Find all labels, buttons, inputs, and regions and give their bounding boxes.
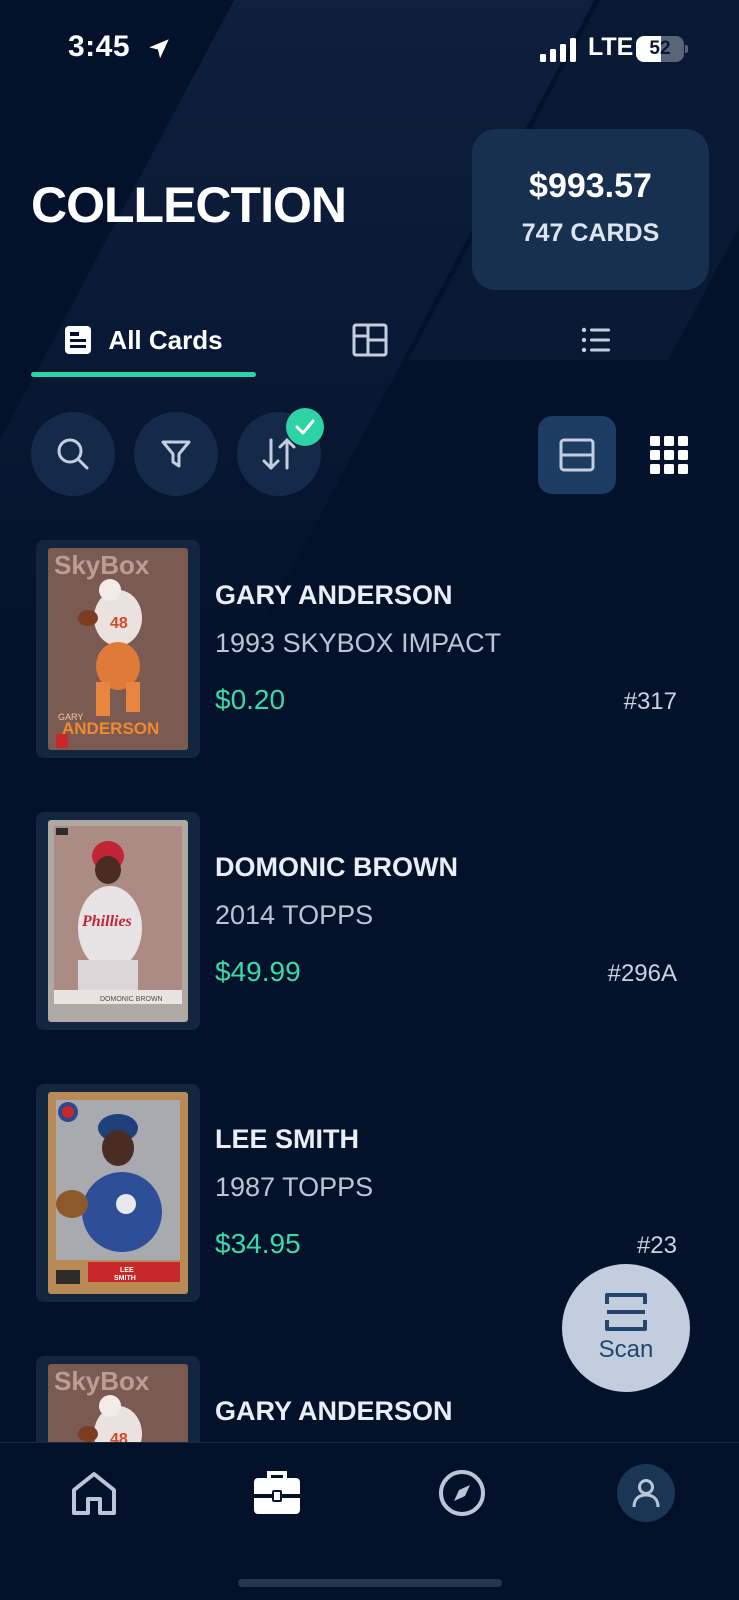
list-icon xyxy=(581,327,610,353)
topps-1987-card: LEE SMITH xyxy=(48,1092,188,1294)
document-icon xyxy=(65,326,92,354)
single-row-view-button[interactable] xyxy=(538,416,616,494)
layout-grid-icon xyxy=(352,323,388,357)
tab-all-cards-label: All Cards xyxy=(108,324,223,355)
card-player-name: LEE SMITH xyxy=(215,1124,360,1154)
list-item[interactable]: Phillies DOMONIC BROWN DOMONIC BROWN 201… xyxy=(0,812,739,1034)
card-price: $34.95 xyxy=(215,1228,301,1259)
svg-text:SkyBox: SkyBox xyxy=(54,1366,150,1396)
compass-icon xyxy=(439,1470,485,1516)
status-time: 3:45 xyxy=(68,30,131,63)
page-title: COLLECTION xyxy=(31,177,347,233)
battery-percent: 52 xyxy=(649,38,671,59)
collection-tabs: All Cards xyxy=(0,310,739,380)
svg-text:Phillies: Phillies xyxy=(81,913,132,930)
svg-text:48: 48 xyxy=(110,1431,128,1442)
skybox-1993-card: SkyBox 48 xyxy=(48,1364,188,1442)
battery-icon: 52 xyxy=(636,36,688,62)
card-player-name: DOMONIC BROWN xyxy=(215,852,458,882)
card-set-name: 1993 SKYBOX IMPACT xyxy=(215,628,502,658)
card-number: #23 xyxy=(636,1232,677,1259)
scan-button[interactable]: Scan xyxy=(562,1264,690,1392)
search-icon xyxy=(57,438,89,470)
card-thumbnail[interactable]: LEE SMITH xyxy=(36,1084,200,1302)
total-value: $993.57 xyxy=(529,167,652,205)
svg-text:DOMONIC BROWN: DOMONIC BROWN xyxy=(100,996,163,1003)
card-player-name: GARY ANDERSON xyxy=(215,580,453,610)
card-player-name: GARY ANDERSON xyxy=(215,1396,453,1426)
location-arrow-icon xyxy=(149,39,169,59)
home-icon xyxy=(72,1472,116,1515)
svg-text:SkyBox: SkyBox xyxy=(54,550,150,580)
tab-all-cards[interactable]: All Cards xyxy=(31,310,256,370)
nav-collection[interactable] xyxy=(245,1461,309,1525)
tab-grid-view[interactable] xyxy=(340,310,400,370)
card-price: $0.20 xyxy=(215,684,286,715)
card-set-name: 1987 TOPPS xyxy=(215,1172,374,1202)
filter-button[interactable] xyxy=(134,412,218,496)
svg-text:48: 48 xyxy=(110,615,128,632)
card-number: #317 xyxy=(623,688,677,715)
collection-summary-card[interactable]: $993.57 747 CARDS xyxy=(472,129,709,290)
network-label: LTE xyxy=(588,33,634,61)
avatar xyxy=(617,1464,675,1522)
home-indicator xyxy=(238,1579,502,1587)
card-price: $49.99 xyxy=(215,956,301,987)
svg-text:SMITH: SMITH xyxy=(114,1275,136,1282)
active-tab-indicator xyxy=(31,372,256,377)
search-button[interactable] xyxy=(31,412,115,496)
grid-view-icon[interactable] xyxy=(650,436,688,474)
card-count: 747 CARDS xyxy=(521,219,660,247)
scan-button-label: Scan xyxy=(598,1336,654,1363)
briefcase-icon xyxy=(254,1471,300,1514)
card-thumbnail[interactable]: Phillies DOMONIC BROWN xyxy=(36,812,200,1030)
checkmark-icon xyxy=(295,419,315,435)
status-bar: 3:45 LTE 52 xyxy=(0,0,739,100)
topps-2014-card: Phillies DOMONIC BROWN xyxy=(48,820,188,1022)
bottom-navigation xyxy=(0,1442,739,1600)
single-row-view-icon xyxy=(559,438,595,472)
card-thumbnail[interactable]: SkyBox 48 xyxy=(36,1356,200,1442)
sort-active-badge xyxy=(286,408,324,446)
card-set-name: 2014 TOPPS xyxy=(215,900,374,930)
svg-text:LEE: LEE xyxy=(120,1267,134,1274)
skybox-1993-card: SkyBox 48 GARY ANDERSON xyxy=(48,548,188,750)
card-number: #296A xyxy=(607,960,677,987)
nav-profile[interactable] xyxy=(614,1461,678,1525)
filter-icon xyxy=(161,440,191,468)
scan-icon xyxy=(605,1293,647,1331)
list-item[interactable]: SkyBox 48 GARY ANDERSON GARY ANDERSON 19… xyxy=(0,540,739,762)
user-icon xyxy=(632,1479,660,1508)
tab-list-view[interactable] xyxy=(566,310,626,370)
svg-text:ANDERSON: ANDERSON xyxy=(62,719,159,738)
cellular-signal-icon xyxy=(540,38,576,62)
nav-explore[interactable] xyxy=(430,1461,494,1525)
card-thumbnail[interactable]: SkyBox 48 GARY ANDERSON xyxy=(36,540,200,758)
nav-home[interactable] xyxy=(62,1461,126,1525)
